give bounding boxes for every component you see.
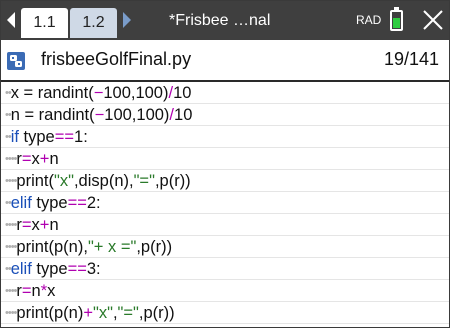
code-line[interactable]: ••••print(p(n)+"x","=",p(r)) (1, 302, 449, 324)
code-token: = (21, 282, 32, 300)
code-token: elif (10, 260, 32, 278)
code-line[interactable]: ••••print(p(n),"+ x =",p(r)) (1, 236, 449, 258)
battery-icon (390, 10, 403, 31)
python-file-icon (7, 52, 25, 70)
code-token: 10 (173, 84, 192, 102)
file-name: frisbeeGolfFinal.py (41, 49, 192, 69)
indent-marker: •• (5, 197, 12, 209)
code-token: elif (10, 194, 32, 212)
code-token: ,p(r)) (154, 172, 191, 190)
code-token: "x" (54, 172, 74, 190)
code-line[interactable]: ••elif type==2: (1, 192, 449, 214)
battery-level-fill (393, 17, 400, 28)
code-line[interactable]: ••n = randint(−100,100)/10 (1, 104, 449, 126)
code-token: ,disp(n), (73, 172, 134, 190)
code-token: type (18, 128, 55, 146)
code-token: + (83, 304, 93, 322)
code-token: + (39, 216, 50, 234)
code-line[interactable]: ••••r=x+n (1, 148, 449, 170)
indent-marker: •• (5, 131, 12, 143)
indent-marker: •••• (5, 307, 17, 319)
code-line[interactable]: ••if type==1: (1, 126, 449, 148)
calculator-screen: 1.1 1.2 *Frisbee …nal RAD frisbeeGolfFin… (0, 0, 450, 328)
triangle-right-icon[interactable] (123, 12, 131, 28)
code-token: 100,100) (103, 84, 169, 102)
line-position: 19/141 (383, 49, 439, 69)
code-token: ,p(r)) (138, 304, 175, 322)
code-token: − (94, 106, 105, 124)
code-token: n (31, 282, 41, 300)
angle-mode-indicator: RAD (356, 13, 382, 27)
code-token: x (31, 150, 40, 168)
code-line[interactable]: ••••r=x+n (1, 214, 449, 236)
indent-marker: •••• (5, 153, 17, 165)
indent-marker: •• (5, 263, 12, 275)
code-token: type (31, 194, 68, 212)
code-token: − (93, 84, 104, 102)
code-token: ,p(r)) (136, 238, 173, 256)
code-token: 1: (74, 128, 88, 146)
code-token: 10 (174, 106, 193, 124)
code-token: "=" (117, 304, 139, 322)
indent-marker: •• (5, 109, 12, 121)
code-token: = (21, 150, 32, 168)
code-token: = (21, 216, 32, 234)
tab-1-1[interactable]: 1.1 (21, 8, 68, 38)
indent-marker: •••• (5, 219, 17, 231)
indent-marker: •• (5, 87, 12, 99)
code-line[interactable]: ••elif type==3: (1, 258, 449, 280)
code-token: x = randint( (10, 84, 94, 102)
code-token: "=" (133, 172, 155, 190)
code-token: n (49, 150, 59, 168)
code-token: print( (16, 172, 54, 190)
code-line[interactable]: ••x = randint(−100,100)/10 (1, 82, 449, 104)
code-token: 100,100) (104, 106, 170, 124)
code-token: 2: (86, 194, 101, 212)
code-token: print(p(n) (16, 304, 84, 322)
code-token: n (49, 216, 59, 234)
code-token: == (67, 194, 87, 212)
indent-marker: •••• (5, 241, 17, 253)
code-token: "x" (92, 304, 113, 322)
triangle-left-icon[interactable] (7, 12, 15, 28)
code-token: + (39, 150, 50, 168)
code-token: n = randint( (10, 106, 95, 124)
document-title: *Frisbee …nal (169, 12, 271, 29)
code-token: == (54, 128, 75, 146)
code-token: if (10, 128, 19, 146)
code-token: x (31, 216, 40, 234)
code-token: 3: (86, 260, 101, 278)
indent-marker: •••• (5, 285, 17, 297)
code-token: print(p(n), (16, 238, 88, 256)
indent-marker: •••• (5, 175, 17, 187)
close-icon[interactable] (420, 7, 446, 33)
top-bar: 1.1 1.2 *Frisbee …nal RAD (1, 1, 449, 40)
code-editor[interactable]: ••x = randint(−100,100)/10 ••n = randint(… (1, 82, 449, 327)
code-token: == (67, 260, 87, 278)
tab-1-2[interactable]: 1.2 (70, 8, 117, 38)
code-token: x (47, 282, 56, 300)
code-token: "+ x =" (87, 238, 137, 256)
code-token: type (31, 260, 68, 278)
code-line[interactable]: ••••print("x",disp(n),"=",p(r)) (1, 170, 449, 192)
code-line[interactable]: ••••r=n*x (1, 280, 449, 302)
